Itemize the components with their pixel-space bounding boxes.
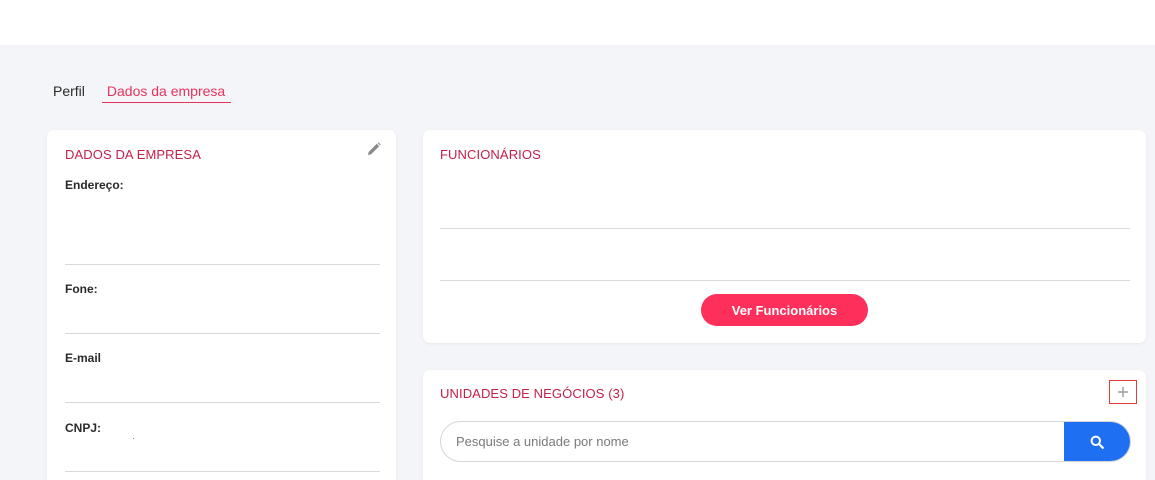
employees-card-title: FUNCIONÁRIOS	[440, 147, 541, 162]
address-label: Endereço:	[65, 178, 124, 192]
email-divider	[65, 402, 380, 403]
phone-label: Fone:	[65, 282, 98, 296]
business-units-title: UNIDADES DE NEGÓCIOS (3)	[440, 386, 625, 401]
pencil-icon[interactable]	[367, 142, 381, 156]
email-label: E-mail	[65, 351, 102, 365]
cnpj-label: CNPJ:	[65, 421, 102, 435]
phone-divider	[65, 333, 380, 334]
unit-search-bar	[440, 421, 1131, 462]
address-divider	[65, 264, 380, 265]
search-icon	[1090, 435, 1104, 449]
company-card-title: DADOS DA EMPRESA	[65, 147, 201, 162]
business-units-card: UNIDADES DE NEGÓCIOS (3)	[423, 370, 1146, 480]
unit-search-input[interactable]	[441, 422, 1066, 461]
profile-tabs: Perfil Dados da empresa	[53, 83, 232, 105]
plus-icon	[1118, 387, 1128, 397]
view-employees-button[interactable]: Ver Funcionários	[701, 294, 868, 326]
company-data-card: DADOS DA EMPRESA Endereço: Fone: E-mail …	[47, 130, 396, 480]
unit-search-button[interactable]	[1064, 422, 1130, 461]
top-header-bar	[0, 0, 1155, 45]
cnpj-value-mark	[133, 438, 134, 439]
add-unit-button[interactable]	[1109, 380, 1137, 404]
tab-dados-empresa[interactable]: Dados da empresa	[101, 83, 232, 103]
employees-card: FUNCIONÁRIOS Ver Funcionários	[423, 130, 1146, 343]
tab-perfil[interactable]: Perfil	[53, 83, 85, 102]
employees-divider-1	[440, 228, 1130, 229]
employees-divider-2	[440, 280, 1130, 281]
cnpj-divider	[65, 471, 380, 472]
